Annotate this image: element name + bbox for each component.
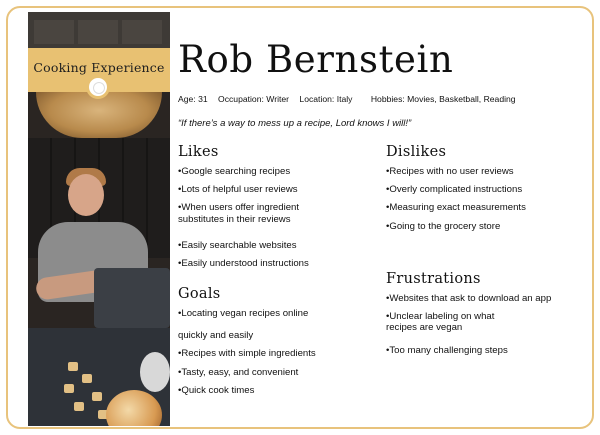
list-item: recipes are vegan	[386, 322, 463, 334]
occupation-label: Occupation: Writer	[218, 94, 290, 104]
crouton	[74, 402, 84, 411]
hobbies-label: Hobbies: Movies, Basketball, Reading	[370, 94, 516, 104]
list-item: •Recipes with simple ingredients	[178, 348, 316, 360]
crouton	[92, 392, 102, 401]
experience-level-icon	[86, 75, 110, 99]
likes-list: •Google searching recipes •Lots of helpf…	[178, 166, 378, 269]
list-item: •Locating vegan recipes online	[178, 308, 309, 319]
list-item: •Recipes with no user reviews	[386, 166, 514, 177]
crouton	[68, 362, 78, 371]
list-item: •When users offer ingredient	[178, 202, 300, 214]
location-label: Location: Italy	[299, 94, 353, 104]
list-item: •Too many challenging steps	[386, 344, 508, 356]
list-item: •Lots of helpful user reviews	[178, 184, 298, 196]
persona-meta: Age: 31 Occupation: Writer Location: Ita…	[178, 94, 588, 104]
crouton	[82, 374, 92, 383]
frustrations-heading: Frustrations	[386, 271, 481, 287]
dislikes-list: •Recipes with no user reviews •Overly co…	[386, 166, 586, 232]
banner-label: Cooking Experience	[33, 60, 165, 75]
persona-quote: “If there’s a way to mess up a recipe, L…	[178, 118, 412, 129]
list-item: quickly and easily	[178, 330, 254, 342]
kitchen-tiles	[28, 12, 170, 48]
goals-list: •Locating vegan recipes online quickly a…	[178, 308, 378, 396]
laptop-image	[94, 268, 170, 328]
list-item: •Measuring exact measurements	[386, 202, 526, 214]
persona-name: Rob Bernstein	[178, 38, 454, 81]
plate-image	[140, 352, 170, 392]
list-item: •Easily understood instructions	[178, 258, 309, 270]
list-item: substitutes in their reviews	[178, 213, 291, 225]
goals-heading: Goals	[178, 286, 221, 302]
likes-heading: Likes	[178, 144, 219, 160]
dislikes-heading: Dislikes	[386, 144, 447, 160]
persona-photo: Cooking Experience	[28, 12, 170, 426]
crouton	[64, 384, 74, 393]
frustrations-list: •Websites that ask to download an app •U…	[386, 293, 591, 356]
list-item: •Quick cook times	[178, 384, 255, 396]
list-item: •Google searching recipes	[178, 166, 291, 177]
age-label: Age: 31	[178, 94, 208, 104]
list-item: •Websites that ask to download an app	[386, 293, 552, 304]
list-item: •Easily searchable websites	[178, 239, 297, 251]
list-item: •Unclear labeling on what	[386, 311, 495, 323]
list-item: •Going to the grocery store	[386, 220, 501, 232]
list-item: •Overly complicated instructions	[386, 184, 523, 196]
person-head	[68, 174, 104, 216]
list-item: •Tasty, easy, and convenient	[178, 366, 299, 378]
